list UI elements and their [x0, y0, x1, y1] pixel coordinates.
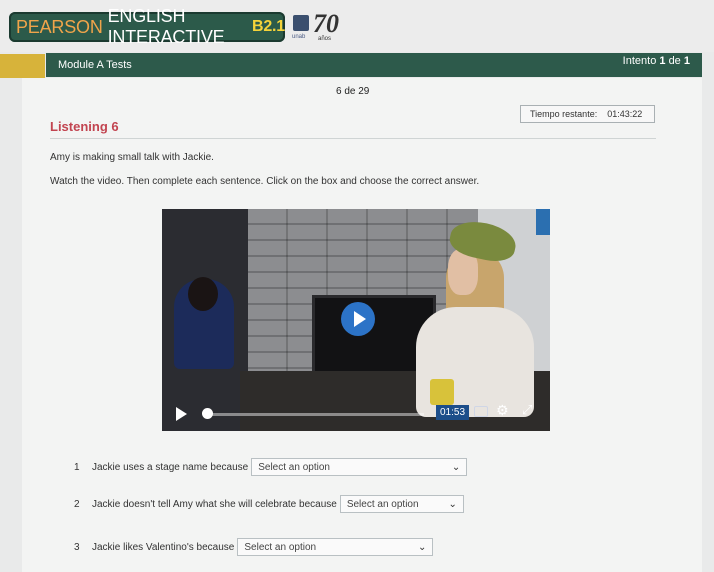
divider: [50, 138, 656, 139]
anniversary-word: años: [318, 36, 332, 42]
question-text: Jackie uses a stage name because: [92, 461, 249, 473]
video-player[interactable]: 01:53 ⚙ ⤢: [162, 209, 550, 431]
attempt-of: de: [668, 55, 681, 67]
question-row-1: 1 Jackie uses a stage name because Selec…: [74, 458, 468, 476]
module-bar: Module A Tests Intento 1 de 1: [46, 53, 702, 77]
brand-english-interactive: ENGLISH INTERACTIVE: [107, 6, 225, 47]
question-number: 2: [74, 498, 80, 510]
chevron-down-icon: ⌄: [451, 461, 461, 473]
select-value: Select an option: [346, 498, 419, 510]
unab-logo-icon: [293, 15, 309, 31]
attempt-total: 1: [683, 55, 690, 67]
select-value: Select an option: [258, 461, 330, 473]
brand-level: B2.1: [252, 18, 285, 35]
control-play-icon[interactable]: [176, 407, 187, 421]
question-row-2: 2 Jackie doesn't tell Amy what she will …: [74, 495, 464, 513]
time-remaining: 01:53: [436, 405, 470, 420]
fullscreen-icon[interactable]: ⤢: [522, 404, 532, 418]
answer-select-2[interactable]: Select an option ⌄: [339, 495, 464, 513]
answer-select-1[interactable]: Select an option ⌄: [251, 458, 468, 476]
captions-icon[interactable]: [474, 406, 488, 417]
video-controls: 01:53 ⚙ ⤢: [162, 395, 550, 431]
gear-icon[interactable]: ⚙: [496, 404, 509, 418]
play-icon[interactable]: [341, 302, 375, 336]
question-row-3: 3 Jackie likes Valentino's because Selec…: [74, 538, 434, 556]
progress-handle[interactable]: [202, 408, 213, 419]
video-scene-head-left: [188, 277, 218, 311]
brand-pearson: PEARSON: [16, 16, 103, 37]
attempt-current: 1: [659, 55, 666, 67]
chevron-down-icon: ⌄: [448, 498, 457, 510]
question-text: Jackie likes Valentino's because: [92, 541, 235, 553]
attempt-indicator: Intento 1 de 1: [623, 55, 690, 67]
progress-track[interactable]: [206, 413, 424, 416]
answer-select-3[interactable]: Select an option ⌄: [237, 538, 434, 556]
select-value: Select an option: [244, 541, 317, 553]
section-title: Listening 6: [50, 119, 119, 134]
question-counter: 6 de 29: [336, 86, 370, 97]
timer-label: Tiempo restante:: [530, 109, 598, 119]
anniversary-logo: 70: [313, 9, 339, 38]
intro-text: Amy is making small talk with Jackie.: [50, 152, 214, 163]
question-text: Jackie doesn't tell Amy what she will ce…: [92, 498, 337, 510]
timer-value: 01:43:22: [607, 109, 643, 119]
question-number: 3: [74, 541, 80, 553]
chevron-down-icon: ⌄: [417, 541, 427, 553]
timer-box: Tiempo restante: 01:43:22: [520, 105, 655, 123]
video-scene-blue-object: [536, 209, 550, 235]
unab-logo-text: unab: [292, 34, 306, 40]
attempt-prefix: Intento: [622, 55, 657, 67]
brand-logo: PEARSON ENGLISH INTERACTIVE B2.1: [9, 6, 285, 47]
question-number: 1: [74, 461, 80, 473]
instruction-text: Watch the video. Then complete each sent…: [50, 176, 480, 187]
accent-tab: [0, 54, 45, 78]
question-panel: 6 de 29 Tiempo restante: 01:43:22 Listen…: [22, 78, 702, 572]
module-title: Module A Tests: [58, 59, 132, 71]
